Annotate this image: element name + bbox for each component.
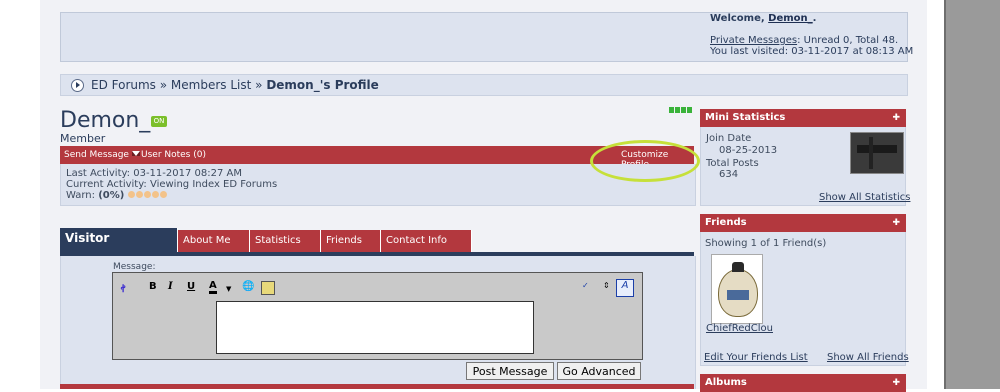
warn-label: Warn: [66, 190, 99, 201]
highlight-circle [590, 140, 700, 182]
friend-avatar[interactable] [711, 254, 763, 324]
friends-title: Friends [705, 217, 747, 228]
warn-value: (0%) [98, 190, 125, 201]
welcome-suffix: . [812, 13, 817, 24]
chevron-down-icon[interactable]: ▼ [226, 285, 231, 293]
join-date-label: Join Date [706, 133, 752, 144]
welcome-block: Welcome, Demon_. Private Messages: Unrea… [710, 13, 913, 57]
message-label: Message: [113, 262, 156, 272]
bold-button[interactable]: B [149, 281, 157, 292]
last-visited: You last visited: 03-11-2017 at 08:13 AM [710, 46, 914, 57]
mini-statistics-title: Mini Statistics [705, 112, 786, 123]
last-activity: Last Activity: 03-11-2017 08:27 AM [66, 168, 242, 179]
welcome-prefix: Welcome, [710, 13, 769, 24]
post-message-button[interactable]: Post Message [466, 362, 554, 380]
private-messages-link[interactable]: Private Messages [710, 35, 797, 46]
private-messages-status: : Unread 0, Total 48. [797, 35, 899, 46]
profile-username: Demon_ [60, 108, 151, 133]
albums-title: Albums [705, 377, 747, 388]
tab-visitor-messages[interactable]: Visitor Messages [60, 228, 178, 265]
show-all-friends-link[interactable]: Show All Friends [827, 352, 909, 363]
next-section-bar [60, 384, 694, 389]
current-activity-link[interactable]: ED Forums [223, 179, 277, 190]
warn-level: Warn: (0%) [66, 190, 168, 201]
chevron-down-icon [131, 151, 140, 156]
username-link[interactable]: Demon_ [768, 13, 813, 24]
breadcrumb-forums[interactable]: ED Forums [91, 78, 156, 92]
user-notes-link[interactable]: User Notes (0) [141, 150, 206, 160]
remove-format-icon[interactable]: ꬷ [121, 281, 125, 295]
spellcheck-icon[interactable]: ✓ [582, 281, 589, 290]
send-message-menu[interactable]: Send Message [64, 150, 140, 160]
squadron-crest-icon [718, 262, 758, 317]
mini-statistics-header: Mini Statistics ✚ [700, 109, 906, 127]
total-posts-label: Total Posts [706, 158, 759, 169]
collapse-icon[interactable]: ✚ [887, 374, 900, 392]
collapse-icon[interactable]: ✚ [887, 109, 900, 127]
breadcrumb-separator: » [155, 78, 171, 92]
insert-image-icon[interactable] [261, 281, 275, 295]
go-advanced-button[interactable]: Go Advanced [557, 362, 641, 380]
albums-header: Albums ✚ [700, 374, 906, 392]
friends-count: Showing 1 of 1 Friend(s) [705, 238, 827, 249]
navigate-icon[interactable] [71, 79, 84, 92]
join-date-value: 08-25-2013 [719, 145, 778, 156]
current-activity: Current Activity: Viewing Index ED Forum… [66, 179, 277, 190]
breadcrumb: ED Forums » Members List » Demon_'s Prof… [60, 74, 908, 96]
total-posts-value: 634 [719, 169, 739, 180]
reputation-indicator [669, 107, 693, 113]
font-color-button[interactable]: A [209, 281, 217, 294]
breadcrumb-text: ED Forums » Members List » Demon_'s Prof… [91, 78, 379, 92]
tab-about-me[interactable]: About Me [178, 230, 250, 252]
breadcrumb-current: Demon_'s Profile [266, 78, 379, 92]
resize-icon[interactable]: ⇕ [603, 281, 610, 290]
collapse-icon[interactable]: ✚ [887, 214, 900, 232]
edit-friends-link[interactable]: Edit Your Friends List [704, 352, 808, 363]
friends-header: Friends ✚ [700, 214, 906, 232]
message-textarea[interactable] [216, 301, 534, 354]
current-activity-label: Current Activity: Viewing Index [66, 179, 224, 190]
toggle-mode-icon[interactable]: A [616, 279, 634, 297]
desktop-background [946, 0, 1000, 389]
friend-name-link[interactable]: ChiefRedClou [706, 323, 773, 334]
tab-statistics[interactable]: Statistics [250, 230, 321, 252]
online-status-badge: ON [151, 116, 167, 127]
tab-friends[interactable]: Friends [321, 230, 381, 252]
breadcrumb-members[interactable]: Members List [171, 78, 251, 92]
tab-contact-info[interactable]: Contact Info [381, 230, 472, 252]
send-message-label: Send Message [64, 150, 129, 160]
breadcrumb-separator: » [251, 78, 267, 92]
insert-link-icon[interactable]: 🌐 [242, 281, 254, 292]
warn-points-icon [127, 190, 168, 201]
italic-button[interactable]: I [168, 281, 173, 292]
avatar [850, 132, 904, 174]
user-title: Member [60, 132, 106, 145]
underline-button[interactable]: U [187, 281, 195, 292]
show-all-statistics-link[interactable]: Show All Statistics [819, 192, 910, 203]
